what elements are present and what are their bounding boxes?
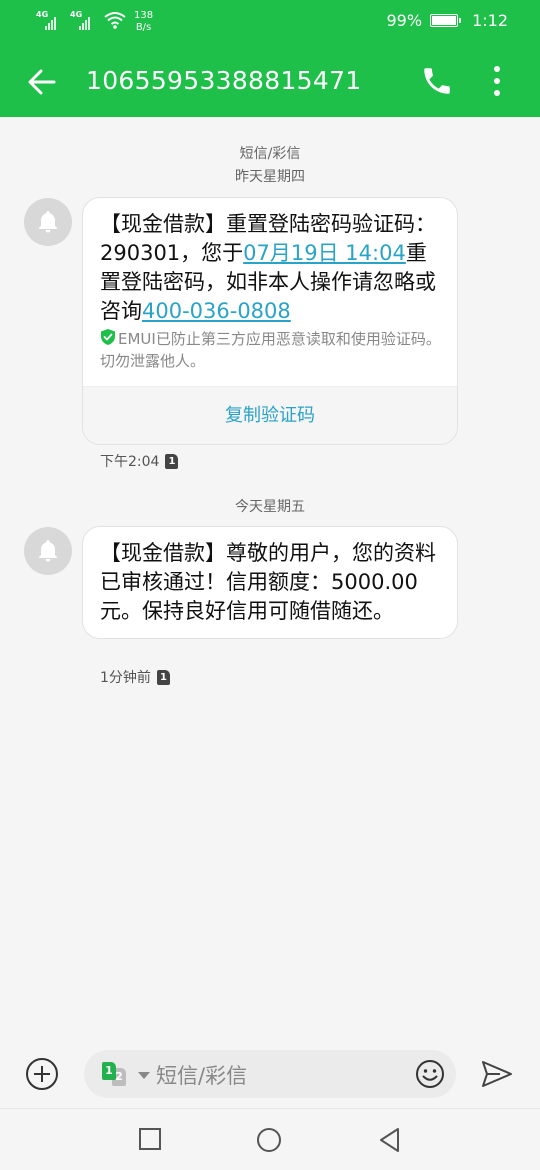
status-right: 99% 1:12 <box>387 11 509 30</box>
triangle-back-icon <box>380 1128 399 1152</box>
send-button[interactable] <box>480 1058 514 1090</box>
home-button[interactable] <box>256 1127 282 1153</box>
phone-icon <box>424 68 450 94</box>
plus-circle-icon <box>26 1058 58 1090</box>
date-separator: 昨天星期四 <box>235 169 305 185</box>
shield-check-icon <box>101 329 115 345</box>
message-text: 【现金借款】重置登陆密码验证码：290301，您于07月19日 14:04重置登… <box>83 198 457 326</box>
battery-icon <box>430 14 462 27</box>
call-button[interactable] <box>420 64 454 98</box>
message-input[interactable]: 2 1 短信/彩信 <box>84 1050 456 1098</box>
square-icon <box>139 1128 161 1150</box>
message-input-placeholder: 短信/彩信 <box>156 1064 248 1088</box>
signal-sim1-icon: 4G <box>36 8 62 30</box>
sim-selector[interactable]: 2 1 <box>102 1062 152 1088</box>
bell-icon <box>39 540 57 562</box>
app-bar: 10655953388815471 <box>0 46 540 117</box>
signal-sim2-icon: 4G <box>70 8 96 30</box>
security-note: EMUI已防止第三方应用恶意读取和使用验证码。切勿泄露他人。 <box>83 326 457 386</box>
message-meta: 下午2:04 1 <box>100 451 179 471</box>
copy-code-button[interactable]: 复制验证码 <box>83 386 457 444</box>
message-bubble[interactable]: 【现金借款】重置登陆密码验证码：290301，您于07月19日 14:04重置登… <box>82 197 458 445</box>
clock: 1:12 <box>472 11 508 30</box>
phone-link[interactable]: 400-036-0808 <box>142 299 291 323</box>
send-icon <box>482 1061 512 1087</box>
arrow-left-icon <box>28 69 56 95</box>
back-nav-button[interactable] <box>378 1127 404 1153</box>
date-separator: 今天星期五 <box>235 499 305 515</box>
date-link[interactable]: 07月19日 14:04 <box>243 241 406 265</box>
sim-card-icon: 1 <box>156 669 170 685</box>
message-meta: 1分钟前 1 <box>100 667 170 687</box>
sender-avatar[interactable] <box>24 198 72 246</box>
emoji-button[interactable] <box>414 1058 446 1090</box>
message-text: 【现金借款】尊敬的用户，您的资料已审核通过！信用额度：5000.00元。保持良好… <box>100 541 436 623</box>
system-nav-bar <box>0 1108 540 1170</box>
recents-button[interactable] <box>138 1127 164 1153</box>
circle-icon <box>257 1128 281 1152</box>
more-options-button[interactable] <box>484 64 510 98</box>
sim1-icon: 1 <box>102 1062 116 1080</box>
sim-card-icon: 1 <box>165 453 179 469</box>
status-bar: 4G 4G 138 B/s 99% 1:12 <box>0 0 540 46</box>
add-attachment-button[interactable] <box>24 1056 60 1092</box>
message-time: 1分钟前 <box>100 670 151 686</box>
back-button[interactable] <box>22 62 62 102</box>
security-note-text: EMUI已防止第三方应用恶意读取和使用验证码。切勿泄露他人。 <box>100 330 441 370</box>
chevron-down-icon <box>138 1072 150 1079</box>
conversation-title: 10655953388815471 <box>86 66 362 95</box>
channel-label: 短信/彩信 <box>239 146 301 162</box>
network-speed: 138 B/s <box>134 10 153 34</box>
sender-avatar[interactable] <box>24 527 72 575</box>
more-vert-icon <box>494 66 500 96</box>
network-speed-value: 138 <box>134 10 154 21</box>
status-left: 4G 4G 138 B/s <box>36 8 153 38</box>
bell-icon <box>39 211 57 233</box>
battery-percent: 99% <box>386 11 423 30</box>
message-time: 下午2:04 <box>100 454 160 470</box>
message-bubble[interactable]: 【现金借款】尊敬的用户，您的资料已审核通过！信用额度：5000.00元。保持良好… <box>82 526 458 639</box>
network-speed-unit: B/s <box>135 22 152 33</box>
compose-bar: 2 1 短信/彩信 <box>0 1044 540 1108</box>
smiley-icon <box>416 1060 444 1088</box>
wifi-icon <box>104 10 126 32</box>
